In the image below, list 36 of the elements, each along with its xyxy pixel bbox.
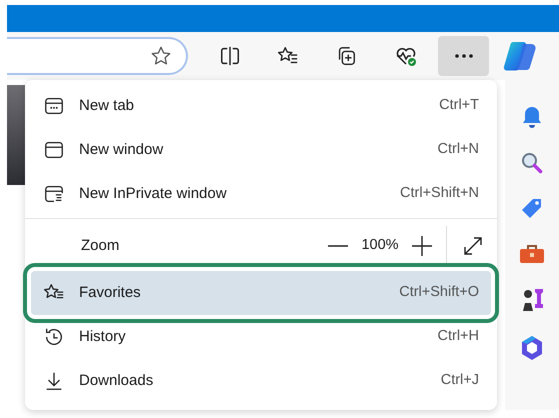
window-icon: [43, 139, 65, 161]
menu-item[interactable]: New tab Ctrl+T: [31, 84, 491, 128]
minus-icon: [328, 245, 348, 247]
menu-item-label: Downloads: [79, 370, 154, 391]
menu-item-label: Favorites: [79, 282, 142, 303]
shortcut-text: Ctrl+J: [440, 371, 479, 390]
shortcut-text: Ctrl+Shift+O: [399, 283, 479, 302]
plus-icon: [412, 236, 432, 256]
more-icon: [454, 53, 474, 59]
bell-icon[interactable]: [521, 105, 543, 129]
shortcut-text: Ctrl+T: [439, 96, 479, 116]
menu-item[interactable]: History Ctrl+H: [31, 315, 491, 359]
search-icon[interactable]: [520, 151, 544, 175]
zoom-level: 100%: [360, 236, 400, 256]
menu-item[interactable]: Downloads Ctrl+J: [31, 359, 491, 403]
menu-item-label: History: [79, 326, 127, 347]
menu-item-label: New window: [79, 140, 164, 160]
menu-item-label: New InPrivate window: [79, 184, 228, 204]
tag-icon[interactable]: [520, 197, 544, 221]
inprivate-window-icon: [43, 183, 65, 205]
expand-arrows-icon: [462, 235, 484, 257]
office-logo-icon[interactable]: [520, 335, 544, 361]
toolbox-icon[interactable]: [519, 243, 545, 265]
copilot-logo-icon[interactable]: [503, 40, 537, 72]
zoom-label: Zoom: [81, 236, 120, 256]
menu-item[interactable]: Favorites Ctrl+Shift+O: [31, 271, 491, 315]
menu-item[interactable]: New window Ctrl+N: [31, 128, 491, 172]
split-screen-icon: [219, 45, 241, 67]
menu-item[interactable]: New InPrivate window Ctrl+Shift+N: [31, 172, 491, 216]
history-icon: [43, 326, 65, 348]
star-icon[interactable]: [150, 45, 172, 67]
shortcut-text: Ctrl+H: [438, 327, 479, 346]
new-tab-icon: [43, 95, 65, 117]
shortcut-text: Ctrl+N: [438, 140, 479, 160]
shortcut-text: Ctrl+Shift+N: [400, 184, 479, 204]
menu-item-label: New tab: [79, 96, 136, 116]
